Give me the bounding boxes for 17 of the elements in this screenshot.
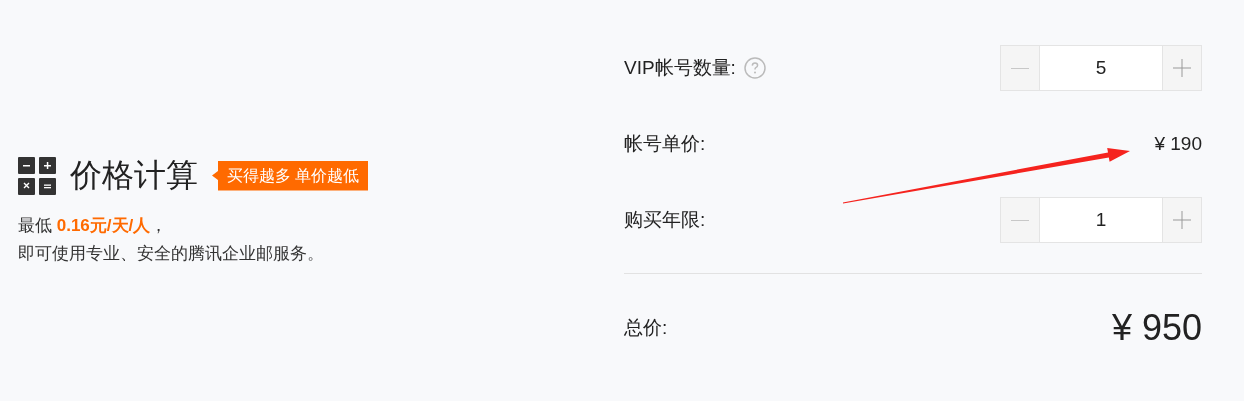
section-title: 价格计算 [70, 155, 198, 195]
field-label: VIP帐号数量: [624, 56, 736, 80]
plus-icon [1173, 211, 1191, 229]
promo-badge: 买得越多 单价越低 [212, 160, 369, 191]
quantity-field[interactable]: 5 [1039, 46, 1163, 90]
plus-icon [1173, 59, 1191, 77]
quantity-field[interactable]: 1 [1039, 198, 1163, 242]
minus-icon [1011, 67, 1029, 69]
description-text: 最低 0.16元/天/人， 即可使用专业、安全的腾讯企业邮服务。 [18, 214, 325, 265]
total-price: ¥ 950 [1111, 307, 1202, 349]
field-label: 总价: [624, 316, 668, 340]
calculator-icon [18, 156, 56, 195]
unit-price: ¥ 190 [1154, 133, 1202, 155]
field-label: 帐号单价: [624, 132, 706, 156]
minus-icon [1011, 219, 1029, 221]
field-label: 购买年限: [624, 208, 706, 232]
help-icon[interactable] [743, 57, 766, 79]
